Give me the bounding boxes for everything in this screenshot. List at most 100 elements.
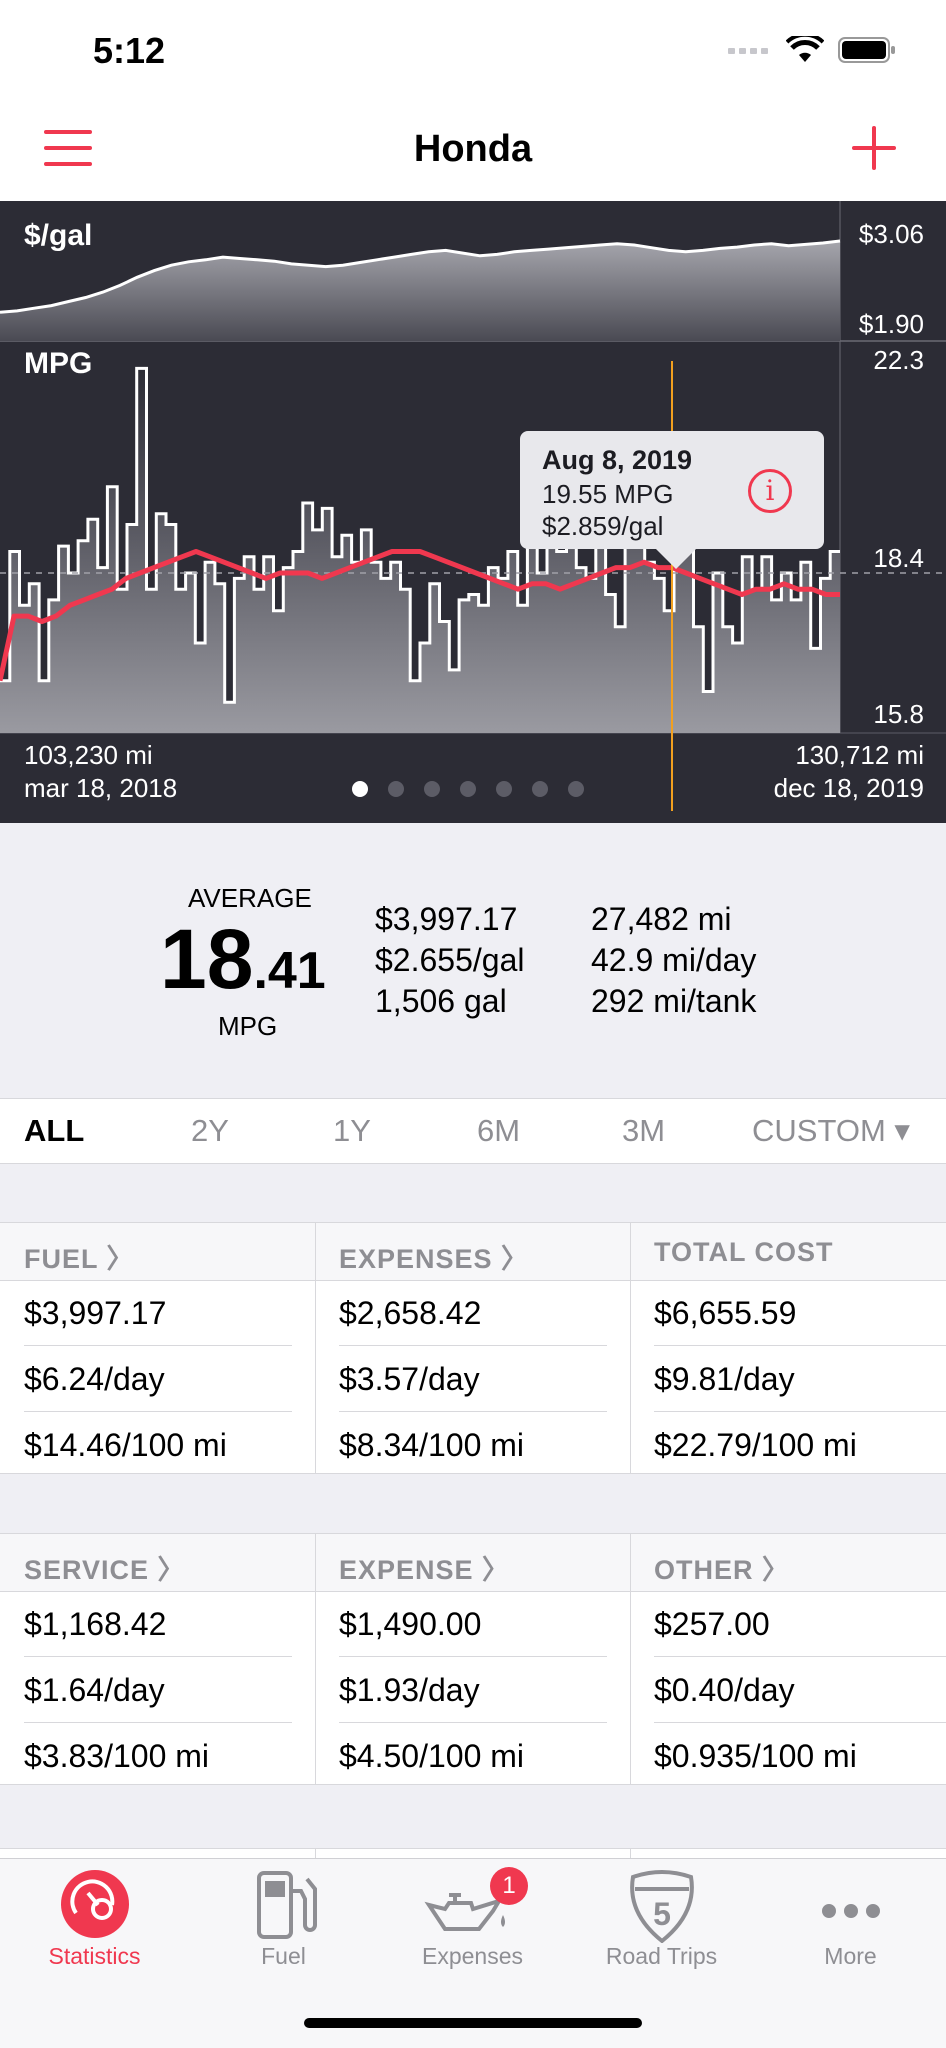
expense-per-100mi: $4.50/100 mi: [339, 1738, 525, 1774]
other-per-100mi: $0.935/100 mi: [654, 1738, 857, 1774]
service-per-100mi: $3.83/100 mi: [24, 1738, 210, 1774]
statistics-icon: [60, 1870, 129, 1938]
tab-road-trips-label: Road Trips: [605, 1943, 718, 1969]
other-total: $257.00: [654, 1606, 770, 1642]
total-distance: 27,482 mi: [591, 901, 732, 937]
average-label: AVERAGE: [188, 883, 312, 913]
expense-total: $1,490.00: [339, 1606, 482, 1642]
total-cost-header: TOTAL COST: [654, 1237, 834, 1267]
end-date: dec 18, 2019: [773, 773, 924, 803]
data-point-tooltip[interactable]: Aug 8, 2019 19.55 MPG $2.859/gal i: [520, 431, 824, 569]
page-dot-5[interactable]: [496, 781, 512, 797]
mpg-axis-mid: 18.4: [873, 543, 924, 573]
page-dot-1[interactable]: [352, 781, 368, 797]
service-total: $1,168.42: [24, 1606, 167, 1642]
expense-header[interactable]: EXPENSE 〉: [339, 1548, 510, 1587]
start-date: mar 18, 2018: [24, 773, 178, 803]
fuel-header[interactable]: FUEL 〉: [24, 1237, 135, 1276]
price-axis-max: $3.06: [858, 219, 924, 249]
end-odometer: 130,712 mi: [795, 740, 924, 770]
tab-expenses-label: Expenses: [421, 1943, 523, 1969]
price-chart-label: $/gal: [24, 219, 93, 252]
tooltip-date: Aug 8, 2019: [542, 445, 693, 475]
expense-breakdown-card: SERVICE 〉 EXPENSE 〉 OTHER 〉 $1,168.42 $1…: [0, 1533, 946, 1785]
page-indicator[interactable]: [352, 781, 584, 797]
total-cost-total: $6,655.59: [654, 1295, 797, 1331]
highway-shield-icon: 5: [629, 1870, 694, 1943]
other-header[interactable]: OTHER 〉: [654, 1548, 790, 1587]
other-per-day: $0.40/day: [654, 1672, 795, 1708]
page-dot-2[interactable]: [388, 781, 404, 797]
tab-more-label: More: [824, 1943, 877, 1969]
distance-per-tank: 292 mi/tank: [591, 983, 757, 1019]
tab-more[interactable]: More: [756, 1859, 945, 1979]
page-dot-6[interactable]: [532, 781, 548, 797]
mpg-axis-max: 22.3: [873, 345, 924, 375]
tab-expenses[interactable]: 1 Expenses: [378, 1859, 567, 1979]
tooltip-price: $2.859/gal: [542, 511, 664, 541]
expenses-total: $2,658.42: [339, 1295, 482, 1331]
expense-per-day: $1.93/day: [339, 1672, 480, 1708]
service-header[interactable]: SERVICE 〉: [24, 1548, 186, 1587]
breakdown-card-header: SERVICE 〉 EXPENSE 〉 OTHER 〉: [0, 1534, 946, 1592]
chart-area[interactable]: $/gal MPG $3.06 $1.90 22.3 18.4 15.8 103…: [0, 201, 946, 823]
total-cost-per-100mi: $22.79/100 mi: [654, 1427, 857, 1463]
price-axis-min: $1.90: [858, 309, 924, 339]
price-area: [0, 241, 840, 341]
average-int: 18: [160, 912, 254, 1006]
chart-start-info: 103,230 mi mar 18, 2018: [24, 739, 177, 805]
range-custom[interactable]: CUSTOM ▾: [752, 1113, 910, 1149]
fuel-summary-column: $3,997.17 $2.655/gal 1,506 gal: [375, 899, 524, 1022]
cost-summary-card: FUEL 〉 EXPENSES 〉 TOTAL COST $3,997.17 $…: [0, 1222, 946, 1474]
chart-end-info: 130,712 mi dec 18, 2019: [774, 739, 924, 805]
range-6m[interactable]: 6M: [477, 1113, 520, 1149]
tab-statistics[interactable]: Statistics: [0, 1859, 189, 1979]
average-mpg-value: 18.41: [160, 911, 326, 1008]
expenses-per-day: $3.57/day: [339, 1361, 480, 1397]
mpg-chart-label: MPG: [24, 347, 93, 380]
summary-section: AVERAGE 18.41 MPG $3,997.17 $2.655/gal 1…: [0, 823, 946, 1098]
page-dot-7[interactable]: [568, 781, 584, 797]
tab-fuel[interactable]: Fuel: [189, 1859, 378, 1979]
distance-per-day: 42.9 mi/day: [591, 942, 757, 978]
fuel-per-day: $6.24/day: [24, 1361, 165, 1397]
range-1y[interactable]: 1Y: [333, 1113, 371, 1149]
fuel-total: $3,997.17: [24, 1295, 167, 1331]
status-time: 5:12: [93, 30, 166, 71]
fuel-per-100mi: $14.46/100 mi: [24, 1427, 227, 1463]
battery-icon: [838, 37, 895, 63]
range-2y[interactable]: 2Y: [191, 1113, 229, 1149]
more-icon: [821, 1904, 880, 1918]
total-cost-per-day: $9.81/day: [654, 1361, 795, 1397]
range-all[interactable]: ALL: [24, 1113, 84, 1149]
road-trips-shield-number: 5: [653, 1896, 671, 1932]
total-gallons: 1,506 gal: [375, 983, 507, 1019]
tab-fuel-label: Fuel: [261, 1943, 306, 1969]
cost-card-header: FUEL 〉 EXPENSES 〉 TOTAL COST: [0, 1223, 946, 1281]
range-selector: ALL 2Y 1Y 6M 3M CUSTOM ▾: [0, 1098, 946, 1164]
average-unit: MPG: [218, 1011, 278, 1041]
average-price: $2.655/gal: [375, 942, 525, 978]
signal-icon: [728, 48, 768, 54]
home-indicator: [304, 2018, 642, 2028]
page-dot-4[interactable]: [460, 781, 476, 797]
wifi-icon: [786, 36, 824, 62]
add-icon[interactable]: [852, 126, 896, 170]
expenses-badge: 1: [490, 1867, 528, 1905]
tab-statistics-label: Statistics: [48, 1943, 141, 1969]
status-bar: 5:12: [0, 0, 946, 100]
page-dot-3[interactable]: [424, 781, 440, 797]
fuel-pump-icon: [256, 1871, 317, 1939]
average-dec: .41: [253, 942, 326, 1000]
mpg-axis-min: 15.8: [873, 699, 924, 729]
distance-summary-column: 27,482 mi 42.9 mi/day 292 mi/tank: [591, 899, 756, 1022]
total-fuel-cost: $3,997.17: [375, 901, 518, 937]
range-3m[interactable]: 3M: [622, 1113, 665, 1149]
info-icon[interactable]: i: [748, 469, 792, 513]
tooltip-mpg: 19.55 MPG: [542, 479, 674, 509]
expenses-per-100mi: $8.34/100 mi: [339, 1427, 525, 1463]
nav-bar: Honda: [0, 100, 946, 201]
expenses-header[interactable]: EXPENSES 〉: [339, 1237, 529, 1276]
page-title: Honda: [413, 128, 533, 170]
tab-road-trips[interactable]: 5 Road Trips: [567, 1859, 756, 1979]
